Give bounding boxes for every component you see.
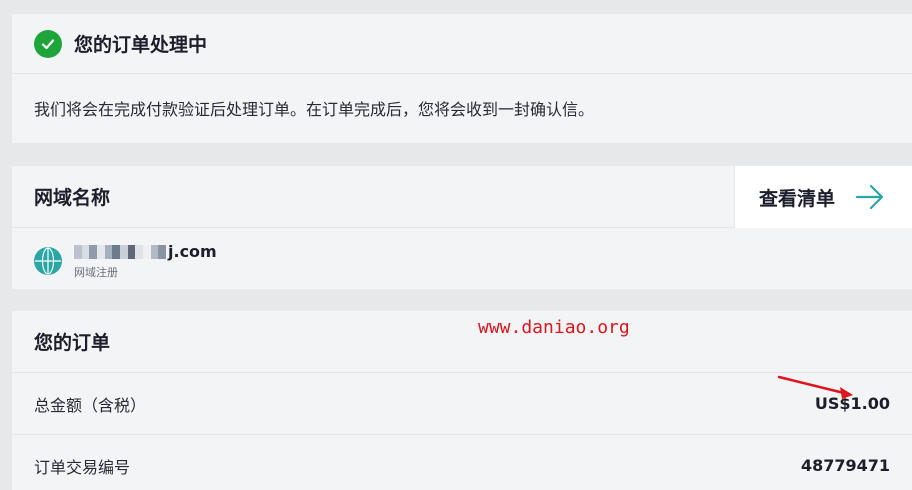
order-card-title: 您的订单 xyxy=(34,332,111,354)
order-total-label: 总金额（含税） xyxy=(34,395,147,415)
order-card-header: 您的订单 www.daniao.org xyxy=(12,311,912,373)
order-id-row: 订单交易编号 48779471 xyxy=(12,435,912,490)
redacted-domain-pixels xyxy=(74,244,167,259)
order-card: 您的订单 www.daniao.org 总金额（含税） US$1.00 订单交易… xyxy=(12,311,912,490)
order-id-value: 48779471 xyxy=(800,456,890,475)
domain-card-header: 网域名称 查看清单 xyxy=(12,166,912,228)
check-circle-icon xyxy=(34,29,62,58)
arrow-right-icon xyxy=(855,184,885,210)
red-annotation-arrow-icon xyxy=(777,375,853,399)
domain-name: j.com xyxy=(74,242,217,261)
order-status-card: 您的订单处理中 我们将会在完成付款验证后处理订单。在订单完成后，您将会收到一封确… xyxy=(12,14,912,143)
domain-item: j.com 网域注册 xyxy=(12,228,912,280)
domain-card: 网域名称 查看清单 j.com 网域注册 xyxy=(12,166,912,289)
view-list-label: 查看清单 xyxy=(759,187,836,210)
watermark-text: www.daniao.org xyxy=(478,317,630,338)
domain-card-title: 网域名称 xyxy=(34,187,111,209)
order-id-label: 订单交易编号 xyxy=(34,457,131,477)
order-status-header: 您的订单处理中 xyxy=(12,14,912,74)
order-status-message: 我们将会在完成付款验证后处理订单。在订单完成后，您将会收到一封确认信。 xyxy=(34,100,595,119)
order-status-title: 您的订单处理中 xyxy=(74,34,208,56)
domain-type-label: 网域注册 xyxy=(74,266,118,279)
globe-icon xyxy=(34,247,62,275)
order-total-row: 总金额（含税） US$1.00 xyxy=(12,373,912,435)
view-list-button[interactable]: 查看清单 xyxy=(734,166,912,228)
domain-suffix: j.com xyxy=(168,242,217,261)
